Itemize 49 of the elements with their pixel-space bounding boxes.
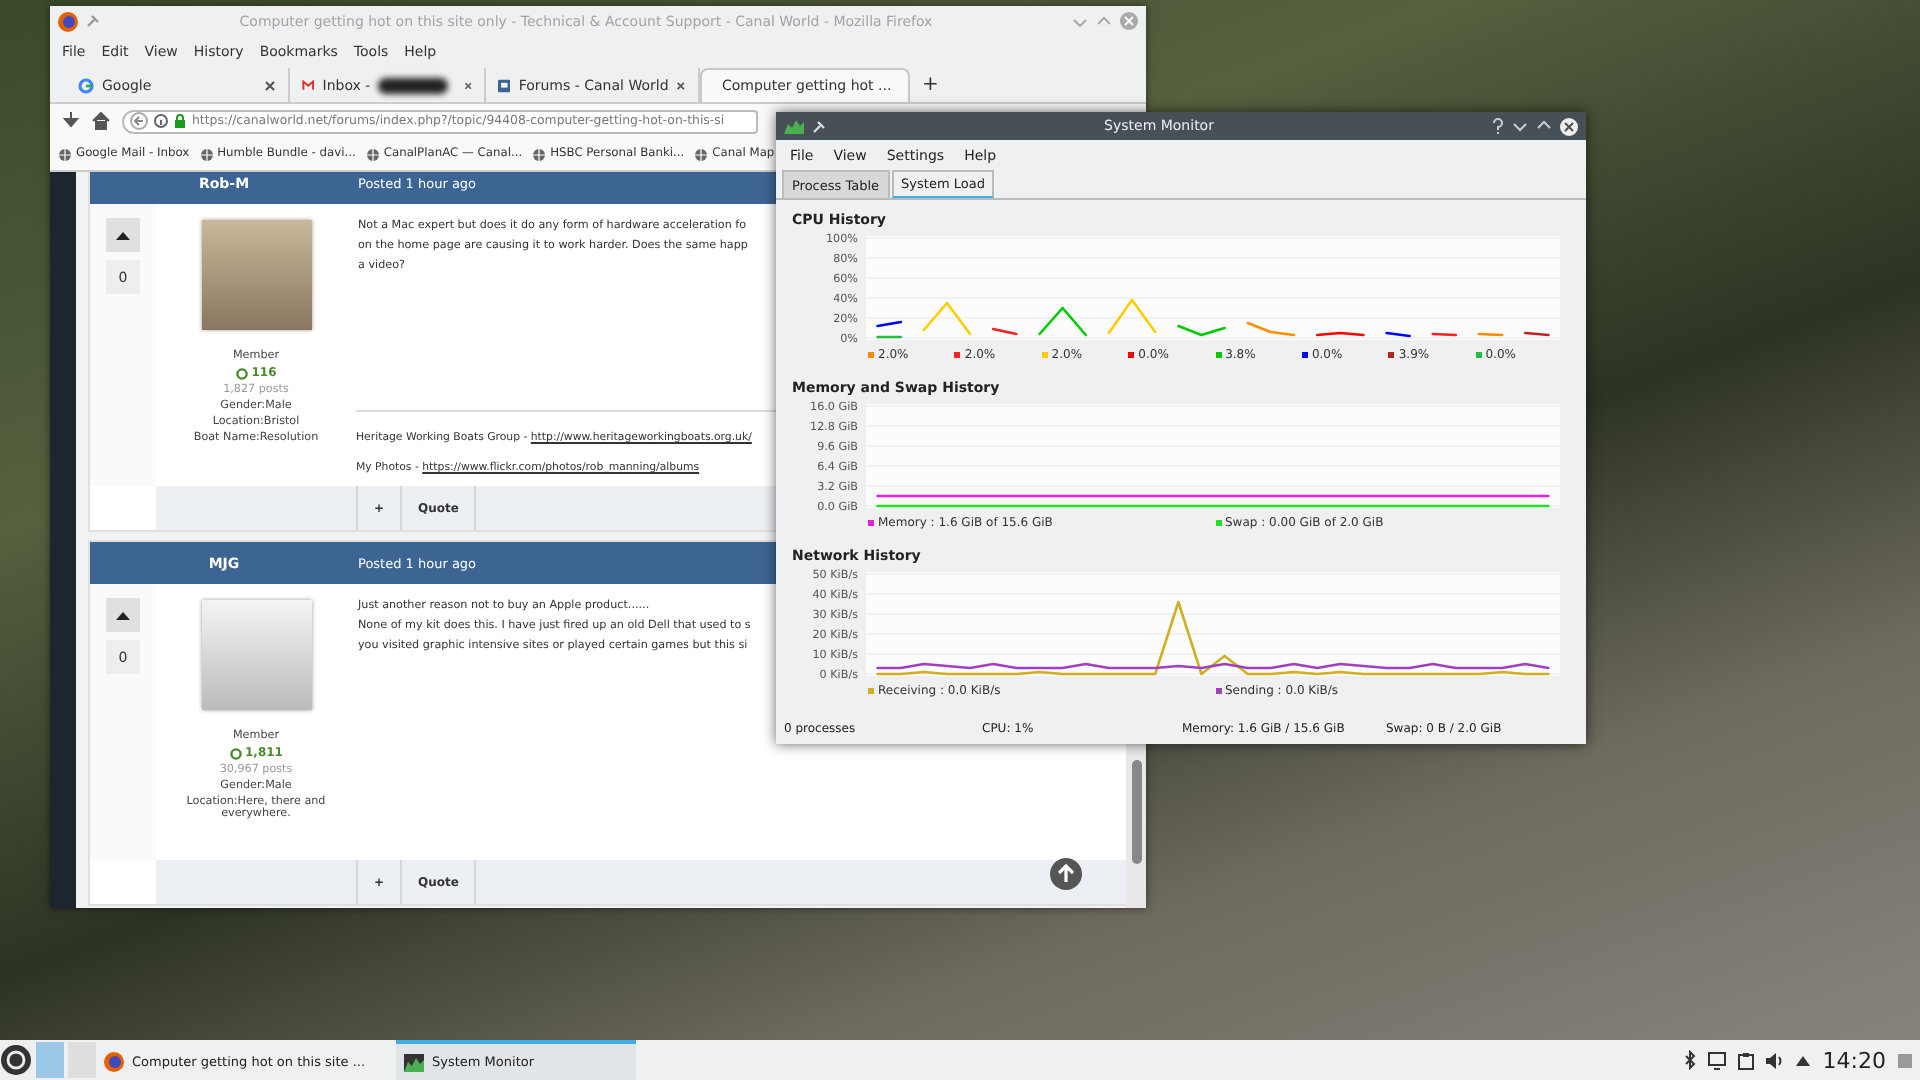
reputation-icon [229, 747, 241, 759]
close-icon [1120, 12, 1138, 30]
close-icon [463, 79, 472, 91]
avatar-photo-placeholder [201, 600, 311, 710]
scrollbar-thumb[interactable] [1131, 760, 1141, 864]
upvote-button[interactable] [106, 598, 140, 632]
speaker-icon [1766, 1051, 1785, 1069]
globe-icon [694, 147, 709, 161]
caret-up-icon[interactable] [1796, 1055, 1811, 1065]
help-icon [1492, 118, 1504, 134]
download-icon [62, 112, 80, 130]
pin-icon [812, 119, 826, 133]
triangle-up-icon [116, 231, 130, 239]
globe-icon [532, 147, 547, 161]
lock-icon [174, 114, 186, 128]
clock: 14:20 [1822, 1047, 1886, 1073]
close-icon [264, 79, 276, 91]
triangle-up-icon [116, 611, 130, 619]
avatar-photo-placeholder [201, 220, 311, 330]
google-icon [78, 77, 94, 93]
home-icon [92, 112, 110, 130]
bluetooth-icon [1684, 1050, 1697, 1070]
redaction-mark [378, 77, 448, 93]
upvote-button[interactable] [106, 218, 140, 252]
minimize-icon [1512, 118, 1528, 134]
reputation-icon [235, 367, 248, 379]
globe-icon [365, 147, 380, 161]
minimize-icon [1072, 13, 1088, 29]
firefox-icon [58, 11, 78, 31]
close-icon [676, 79, 686, 91]
mail-icon [302, 78, 315, 92]
chart-icon [784, 118, 804, 134]
display-icon [1708, 1051, 1727, 1069]
maximize-icon [1536, 118, 1552, 134]
pin-icon [86, 14, 100, 28]
new-tab-button[interactable]: + [910, 73, 951, 95]
scroll-top-icon[interactable] [1050, 858, 1082, 890]
forum-icon [498, 77, 511, 93]
maximize-icon [1096, 13, 1112, 29]
globe-icon [199, 147, 214, 161]
close-icon [1560, 117, 1578, 135]
back-icon [130, 112, 148, 130]
info-icon [154, 114, 168, 128]
chart-icon [404, 1053, 424, 1071]
firefox-icon [104, 1052, 124, 1072]
globe-icon [58, 147, 72, 161]
data-line [1523, 331, 1550, 337]
launcher-icon[interactable] [0, 1044, 32, 1076]
clipboard-icon [1738, 1051, 1755, 1069]
